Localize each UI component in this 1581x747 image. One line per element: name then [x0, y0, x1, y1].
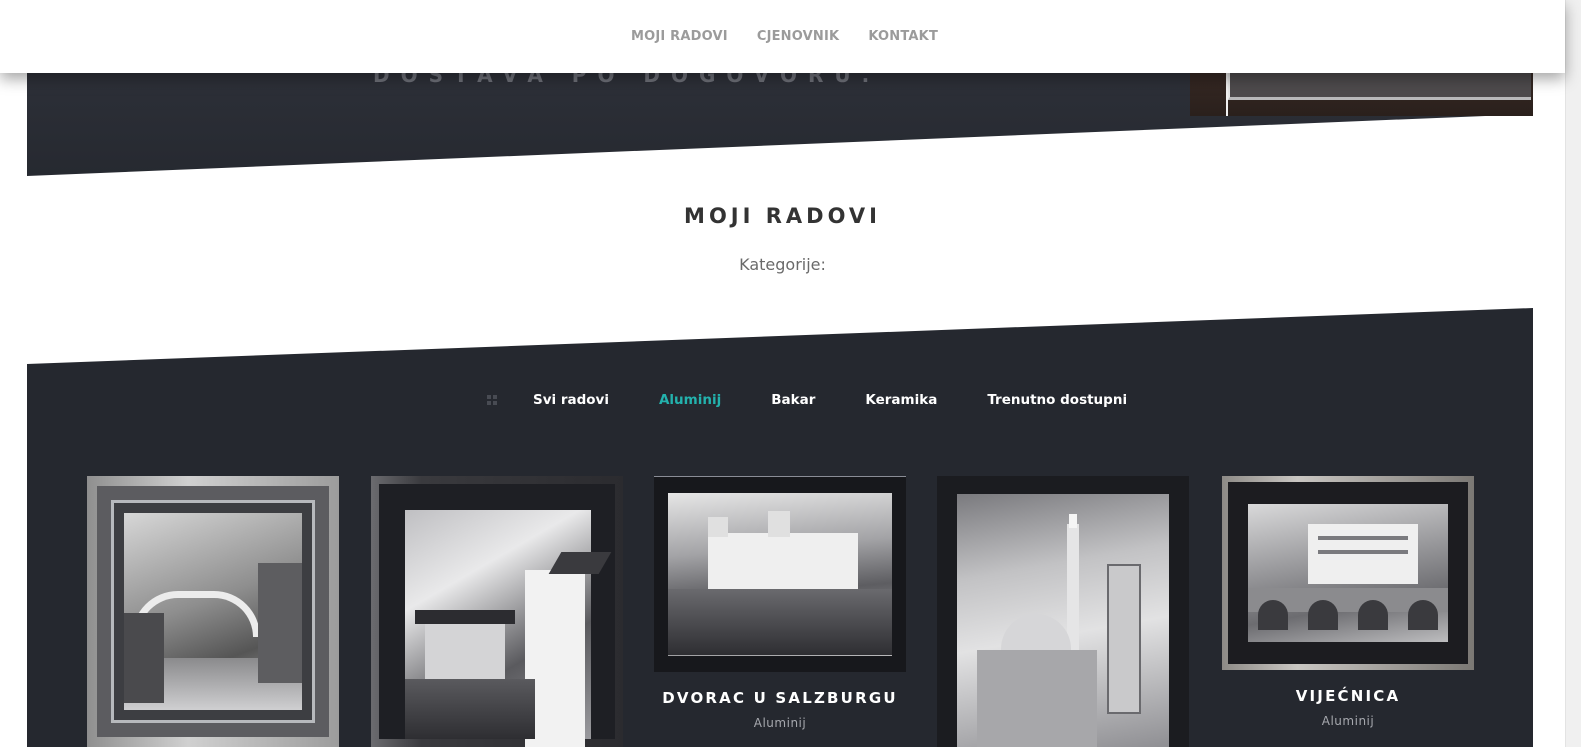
nav-link-cjenovnik[interactable]: CJENOVNIK — [757, 29, 840, 44]
nav-link-moji-radovi[interactable]: MOJI RADOVI — [631, 29, 728, 44]
card-title: VIJEĆNICA — [1295, 687, 1401, 705]
filter-keramika[interactable]: Keramika — [865, 392, 937, 408]
gallery-card[interactable]: VIJEĆNICA Aluminij — [1222, 476, 1474, 728]
grid-icon — [487, 395, 497, 405]
category-filter-bar: Svi radovi Aluminij Bakar Keramika Trenu… — [487, 392, 1127, 408]
filter-aluminij[interactable]: Aluminij — [659, 392, 721, 408]
artwork-image-bridge[interactable] — [87, 476, 339, 747]
nav-link-kontakt[interactable]: KONTAKT — [868, 29, 938, 44]
main-nav: MOJI RADOVI CJENOVNIK KONTAKT — [631, 29, 938, 44]
card-title: DVORAC U SALZBURGU — [662, 689, 898, 707]
card-category: Aluminij — [1321, 714, 1375, 728]
gallery-card[interactable]: DVORAC U SALZBURGU Aluminij — [654, 476, 906, 730]
filter-svi-radovi[interactable]: Svi radovi — [533, 392, 609, 408]
section-title: MOJI RADOVI — [684, 204, 881, 228]
artwork-image-street[interactable] — [371, 476, 623, 747]
gallery-card[interactable] — [87, 476, 339, 747]
page-scrollbar[interactable] — [1565, 0, 1581, 747]
card-category: Aluminij — [753, 716, 807, 730]
artwork-image-city-hall[interactable] — [1222, 476, 1474, 670]
artwork-image-castle[interactable] — [654, 476, 906, 672]
section-subtitle: Kategorije: — [739, 255, 826, 274]
filter-trenutno-dostupni[interactable]: Trenutno dostupni — [987, 392, 1127, 408]
gallery-card[interactable] — [937, 476, 1189, 747]
top-navigation-bar: MOJI RADOVI CJENOVNIK KONTAKT — [0, 0, 1565, 73]
artwork-image-mosque[interactable] — [937, 476, 1189, 747]
filter-bakar[interactable]: Bakar — [771, 392, 815, 408]
gallery-card[interactable] — [371, 476, 623, 747]
